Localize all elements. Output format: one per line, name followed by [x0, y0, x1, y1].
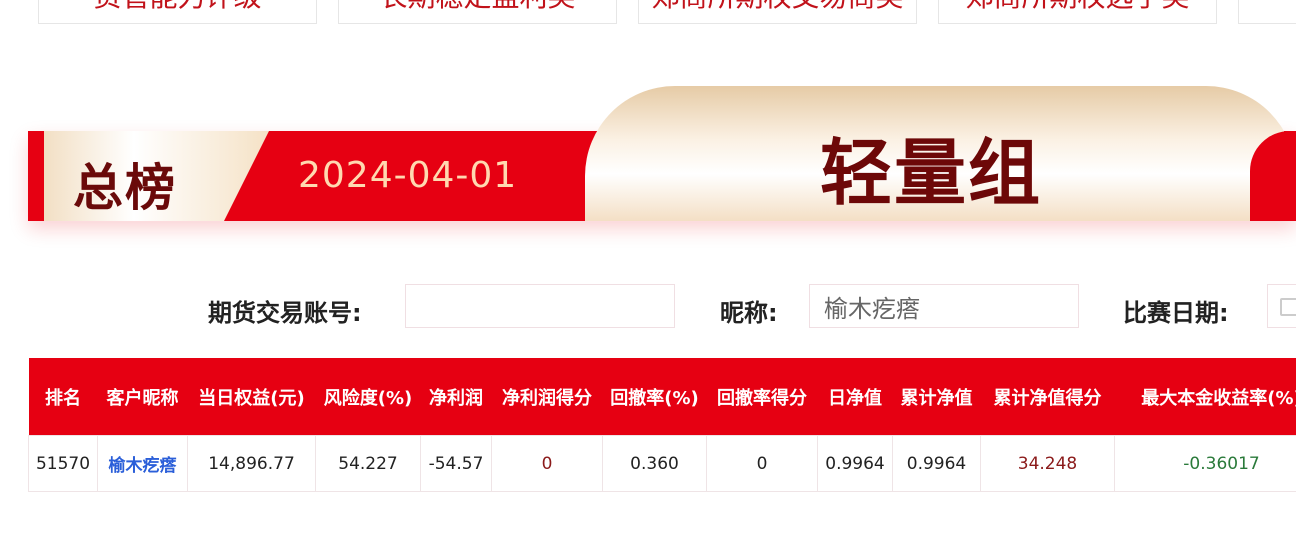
- col-equity: 当日权益(元): [187, 358, 316, 436]
- cell-nickname-link[interactable]: 榆木疙瘩: [97, 435, 188, 492]
- calendar-icon: [1280, 298, 1296, 316]
- cell-drawdown-score: 0: [706, 435, 818, 492]
- cell-net-profit: -54.57: [420, 435, 492, 492]
- col-drawdown: 回撤率(%): [602, 358, 707, 436]
- banner-edge: [28, 131, 44, 221]
- account-label: 期货交易账号:: [208, 299, 362, 327]
- page-title: 总榜: [73, 159, 177, 217]
- cell-cum-nav-score: 34.248: [980, 435, 1115, 492]
- col-drawdown-score: 回撤率得分: [706, 358, 818, 436]
- group-name: 轻量组: [820, 131, 1043, 215]
- tab-more[interactable]: [1238, 0, 1296, 24]
- tab-czce-option-trader[interactable]: 郑商所期权交易商奖: [638, 0, 917, 24]
- account-input[interactable]: [405, 284, 675, 328]
- cell-risk: 54.227: [315, 435, 421, 492]
- col-daily-nav: 日净值: [817, 358, 893, 436]
- ranking-table: 排名 客户昵称 当日权益(元) 风险度(%) 净利润 净利润得分 回撤率(%) …: [28, 358, 1296, 492]
- col-net-profit: 净利润: [420, 358, 492, 436]
- cell-net-profit-score: 0: [491, 435, 603, 492]
- cell-rank: 51570: [28, 435, 98, 492]
- cell-drawdown: 0.360: [602, 435, 707, 492]
- col-cum-nav: 累计净值: [892, 358, 981, 436]
- col-max-return: 最大本金收益率(%): [1114, 358, 1296, 436]
- banner-date: 2024-04-01: [298, 155, 518, 196]
- col-risk: 风险度(%): [315, 358, 421, 436]
- col-cum-nav-score: 累计净值得分: [980, 358, 1115, 436]
- col-net-profit-score: 净利润得分: [491, 358, 603, 436]
- cell-equity: 14,896.77: [187, 435, 316, 492]
- col-nickname: 客户昵称: [97, 358, 188, 436]
- nickname-label: 昵称:: [720, 299, 778, 327]
- nickname-input[interactable]: [809, 284, 1079, 328]
- table-header-row: 排名 客户昵称 当日权益(元) 风险度(%) 净利润 净利润得分 回撤率(%) …: [28, 358, 1296, 436]
- cell-max-return: -0.36017: [1114, 435, 1296, 492]
- table-row: 51570 榆木疙瘩 14,896.77 54.227 -54.57 0 0.3…: [28, 435, 1296, 492]
- col-rank: 排名: [28, 358, 98, 436]
- cell-daily-nav: 0.9964: [817, 435, 893, 492]
- date-picker[interactable]: [1267, 284, 1296, 328]
- tab-czce-option-player[interactable]: 郑商所期权选手奖: [938, 0, 1217, 24]
- tab-asset-mgmt-rating[interactable]: 资管能力评级: [38, 0, 317, 24]
- tab-long-term-profit[interactable]: 长期稳定盈利奖: [338, 0, 617, 24]
- cell-cum-nav: 0.9964: [892, 435, 981, 492]
- date-label: 比赛日期:: [1123, 299, 1229, 327]
